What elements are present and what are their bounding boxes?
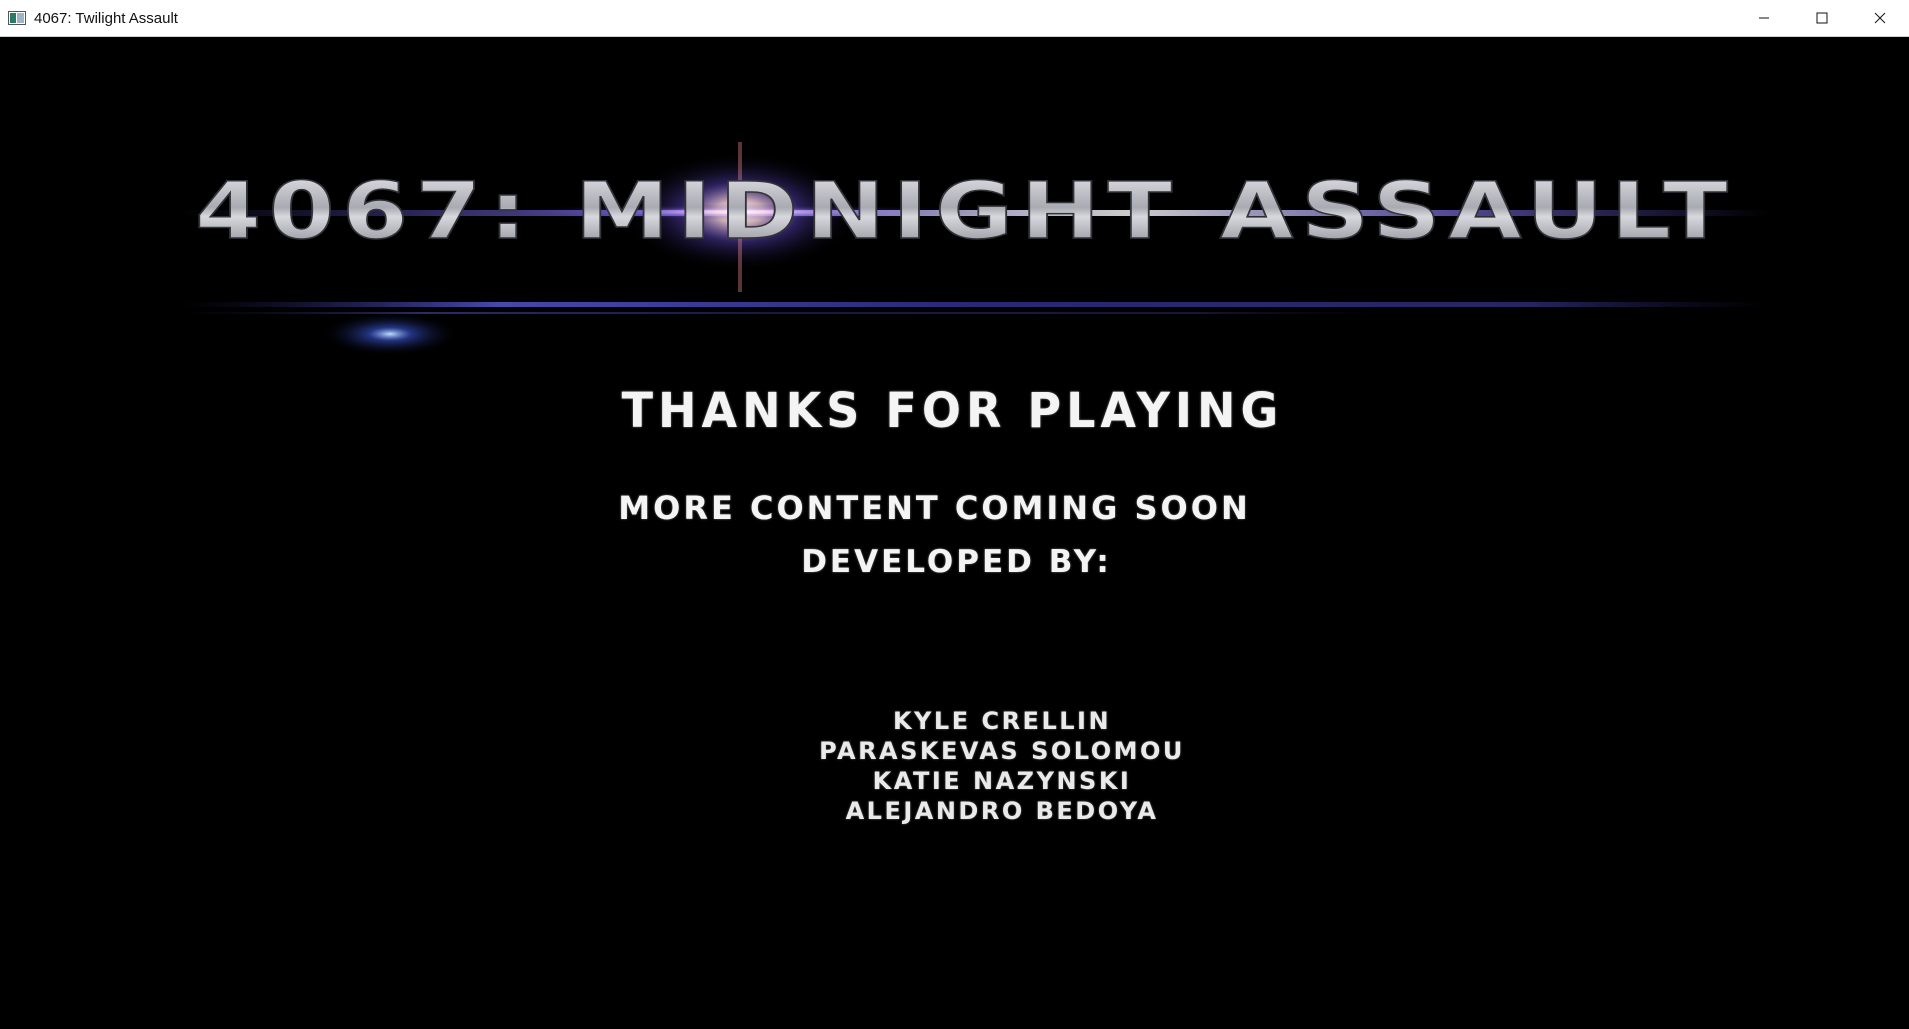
developer-name: ALEJANDRO BEDOYA bbox=[845, 797, 1159, 825]
title-bar[interactable]: 4067: Twilight Assault bbox=[0, 0, 1909, 37]
window-controls bbox=[1735, 0, 1909, 37]
window-title: 4067: Twilight Assault bbox=[34, 9, 178, 27]
developer-name: PARASKEVAS SOLOMOU bbox=[819, 737, 1185, 765]
developed-by-heading: DEVELOPED BY: bbox=[801, 544, 1112, 580]
more-content-heading: MORE CONTENT COMING SOON bbox=[618, 489, 1251, 527]
app-icon bbox=[8, 10, 26, 26]
game-logo: 4067: MIDNIGHT ASSAULT bbox=[180, 142, 1770, 392]
minimize-button[interactable] bbox=[1735, 0, 1793, 37]
maximize-button[interactable] bbox=[1793, 0, 1851, 37]
developer-name: KYLE CRELLIN bbox=[892, 707, 1112, 735]
developer-list: KYLE CRELLIN PARASKEVAS SOLOMOU KATIE NA… bbox=[0, 706, 1909, 826]
game-viewport: 4067: MIDNIGHT ASSAULT THANKS FOR PLAYIN… bbox=[0, 37, 1909, 1029]
close-button[interactable] bbox=[1851, 0, 1909, 37]
developer-name: KATIE NAZYNSKI bbox=[872, 767, 1132, 795]
logo-text: 4067: MIDNIGHT ASSAULT bbox=[195, 167, 1735, 257]
thanks-heading: THANKS FOR PLAYING bbox=[621, 381, 1284, 439]
maximize-icon bbox=[1816, 9, 1828, 28]
game-window: 4067: Twilight Assault 4067: MIDNIGHT AS… bbox=[0, 0, 1909, 1029]
minimize-icon bbox=[1758, 9, 1770, 28]
close-icon bbox=[1874, 9, 1886, 28]
